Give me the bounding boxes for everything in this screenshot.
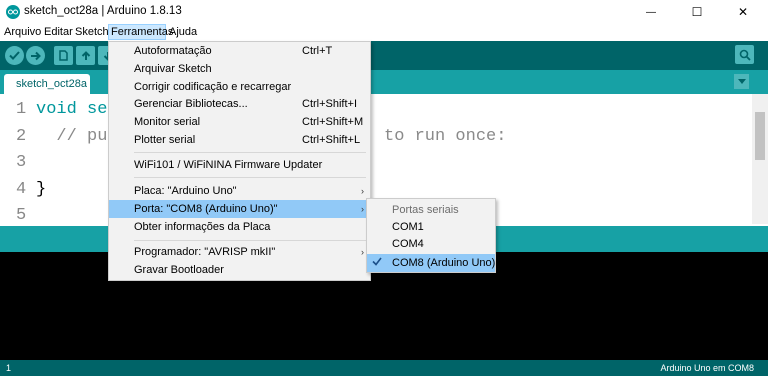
menu-item-autoformat[interactable]: Autoformatação	[134, 45, 212, 57]
submenu-arrow-icon: ›	[361, 247, 364, 257]
window-title: sketch_oct28a | Arduino 1.8.13	[24, 5, 182, 17]
menu-separator	[134, 152, 366, 153]
menu-separator	[134, 240, 366, 241]
menu-item-board[interactable]: Placa: "Arduino Uno"	[134, 185, 237, 197]
shortcut-label: Ctrl+Shift+M	[302, 116, 364, 128]
code-line: void se	[36, 100, 108, 119]
port-option-com8[interactable]: COM8 (Arduino Uno)	[392, 257, 495, 269]
checkmark-icon	[372, 257, 382, 266]
submenu-header: Portas seriais	[392, 204, 459, 216]
upload-icon	[31, 51, 41, 60]
menu-separator	[134, 177, 366, 178]
line-number: 1	[16, 100, 27, 119]
status-line-number: 1	[6, 363, 12, 373]
code-comment-fragment: to run once:	[384, 127, 507, 146]
serial-monitor-button[interactable]	[735, 45, 754, 64]
code-line: // pu	[36, 127, 108, 146]
menu-item-serial-plotter[interactable]: Plotter serial	[134, 134, 195, 146]
maximize-button[interactable]: ☐	[674, 0, 720, 24]
close-icon: ✕	[737, 5, 749, 19]
menu-item-firmware-updater[interactable]: WiFi101 / WiFiNINA Firmware Updater	[134, 159, 322, 171]
menu-item-port[interactable]: Porta: "COM8 (Arduino Uno)"	[134, 203, 278, 215]
close-button[interactable]: ✕	[720, 0, 766, 24]
minimize-icon: —	[646, 6, 656, 18]
menu-sketch[interactable]: Sketch	[75, 26, 109, 38]
menu-arquivo[interactable]: Arquivo	[4, 26, 41, 38]
line-number: 3	[16, 153, 27, 172]
editor-scrollbar-thumb[interactable]	[755, 112, 765, 160]
chevron-down-icon	[737, 79, 746, 84]
menu-item-burn-bootloader[interactable]: Gravar Bootloader	[134, 264, 224, 276]
menu-item-archive-sketch[interactable]: Arquivar Sketch	[134, 63, 212, 75]
maximize-icon: ☐	[691, 5, 703, 19]
new-icon	[59, 50, 68, 61]
verify-button[interactable]	[5, 46, 24, 65]
line-number: 4	[16, 180, 27, 199]
open-icon	[81, 50, 90, 60]
minimize-button[interactable]: —	[628, 0, 674, 24]
port-option-com4[interactable]: COM4	[392, 238, 424, 250]
line-number: 2	[16, 127, 27, 146]
tab-sketch-label: sketch_oct28a	[16, 78, 87, 90]
status-board-port: Arduino Uno em COM8	[660, 363, 754, 373]
arduino-logo-icon	[6, 5, 20, 19]
tab-menu-button[interactable]	[734, 74, 749, 89]
menu-item-serial-monitor[interactable]: Monitor serial	[134, 116, 200, 128]
submenu-arrow-icon: ›	[361, 204, 364, 214]
code-line: }	[36, 180, 47, 199]
line-number: 5	[16, 206, 27, 225]
menu-ferramentas[interactable]: Ferramentas	[111, 26, 173, 38]
open-button[interactable]	[76, 46, 95, 65]
new-button[interactable]	[54, 46, 73, 65]
menu-item-manage-libraries[interactable]: Gerenciar Bibliotecas...	[134, 98, 248, 110]
status-bar	[0, 360, 768, 376]
shortcut-label: Ctrl+Shift+I	[302, 98, 358, 110]
submenu-arrow-icon: ›	[361, 186, 364, 196]
menu-item-board-info[interactable]: Obter informações da Placa	[134, 221, 270, 233]
verify-icon	[9, 51, 20, 60]
upload-button[interactable]	[26, 46, 45, 65]
menu-editar[interactable]: Editar	[44, 26, 73, 38]
menu-item-fix-encoding[interactable]: Corrigir codificação e recarregar	[134, 81, 291, 93]
menu-ajuda[interactable]: Ajuda	[169, 26, 197, 38]
shortcut-label: Ctrl+T	[302, 45, 333, 57]
port-option-com1[interactable]: COM1	[392, 221, 424, 233]
serial-monitor-icon	[739, 49, 751, 61]
shortcut-label: Ctrl+Shift+L	[302, 134, 361, 146]
menu-item-programmer[interactable]: Programador: "AVRISP mkII"	[134, 246, 275, 258]
